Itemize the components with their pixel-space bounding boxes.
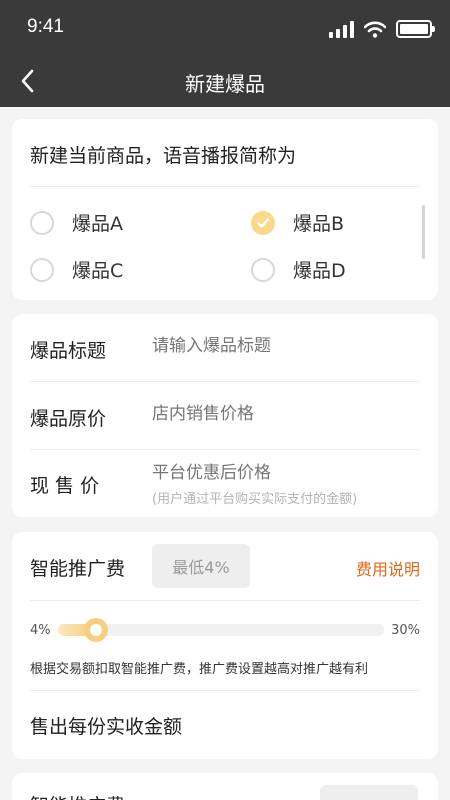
title-input[interactable] bbox=[152, 336, 412, 356]
scroll-indicator[interactable] bbox=[422, 205, 425, 259]
slider-max-label: 30% bbox=[391, 623, 420, 638]
divider bbox=[30, 449, 420, 450]
next-card: 智能推广费 bbox=[12, 773, 438, 800]
promotion-card: 智能推广费 最低4% 费用说明 4% 30% 根据交易额扣取智能推广费，推广费设… bbox=[12, 532, 438, 759]
original-price-input[interactable] bbox=[152, 404, 412, 424]
promotion-fee-slider[interactable] bbox=[58, 618, 384, 642]
option-label: 爆品C bbox=[72, 260, 124, 282]
receive-amount-label: 售出每份实收金额 bbox=[30, 716, 183, 738]
page-title: 新建爆品 bbox=[185, 72, 265, 96]
option-label: 爆品A bbox=[72, 213, 123, 235]
current-price-hint: (用户通过平台购买实际支付的金额) bbox=[152, 492, 358, 507]
option-a[interactable]: 爆品A bbox=[30, 209, 123, 236]
radio-unchecked-icon bbox=[30, 210, 54, 235]
divider bbox=[30, 600, 420, 601]
status-icons bbox=[329, 20, 435, 38]
status-bar: 9:41 bbox=[0, 0, 450, 56]
nav-bar: 新建爆品 bbox=[0, 56, 450, 107]
option-label: 爆品B bbox=[293, 213, 345, 235]
promotion-hint: 根据交易额扣取智能推广费，推广费设置越高对推广越有利 bbox=[30, 662, 369, 677]
divider bbox=[30, 690, 420, 691]
check-circle-icon bbox=[251, 210, 275, 235]
voice-section-title: 新建当前商品，语音播报简称为 bbox=[30, 145, 297, 167]
divider bbox=[30, 186, 420, 187]
next-section-label: 智能推广费 bbox=[30, 791, 125, 800]
option-label: 爆品D bbox=[293, 260, 346, 282]
current-price-input[interactable] bbox=[152, 463, 412, 483]
current-price-label: 现 售 价 bbox=[30, 475, 100, 497]
slider-thumb[interactable] bbox=[83, 618, 108, 642]
radio-unchecked-icon bbox=[30, 257, 54, 282]
promotion-fee-input[interactable]: 最低4% bbox=[152, 544, 250, 588]
option-b[interactable]: 爆品B bbox=[251, 209, 344, 236]
wifi-icon bbox=[364, 21, 386, 38]
fee-explain-link[interactable]: 费用说明 bbox=[356, 556, 420, 580]
voice-name-card: 新建当前商品，语音播报简称为 爆品A 爆品B 爆品C 爆品D bbox=[12, 119, 438, 300]
next-section-input[interactable] bbox=[320, 785, 418, 800]
option-d[interactable]: 爆品D bbox=[251, 256, 346, 283]
radio-unchecked-icon bbox=[251, 257, 275, 282]
option-c[interactable]: 爆品C bbox=[30, 256, 123, 283]
product-form-card: 爆品标题 爆品原价 现 售 价 (用户通过平台购买实际支付的金额) bbox=[12, 314, 438, 517]
signal-icon bbox=[329, 20, 354, 38]
battery-icon bbox=[396, 20, 435, 38]
divider bbox=[30, 381, 420, 382]
slider-min-label: 4% bbox=[30, 623, 51, 638]
original-price-label: 爆品原价 bbox=[30, 408, 107, 430]
title-label: 爆品标题 bbox=[30, 340, 107, 362]
header: 9:41 新建爆品 bbox=[0, 0, 450, 107]
status-time: 9:41 bbox=[27, 16, 64, 37]
promotion-fee-label: 智能推广费 bbox=[30, 558, 126, 580]
